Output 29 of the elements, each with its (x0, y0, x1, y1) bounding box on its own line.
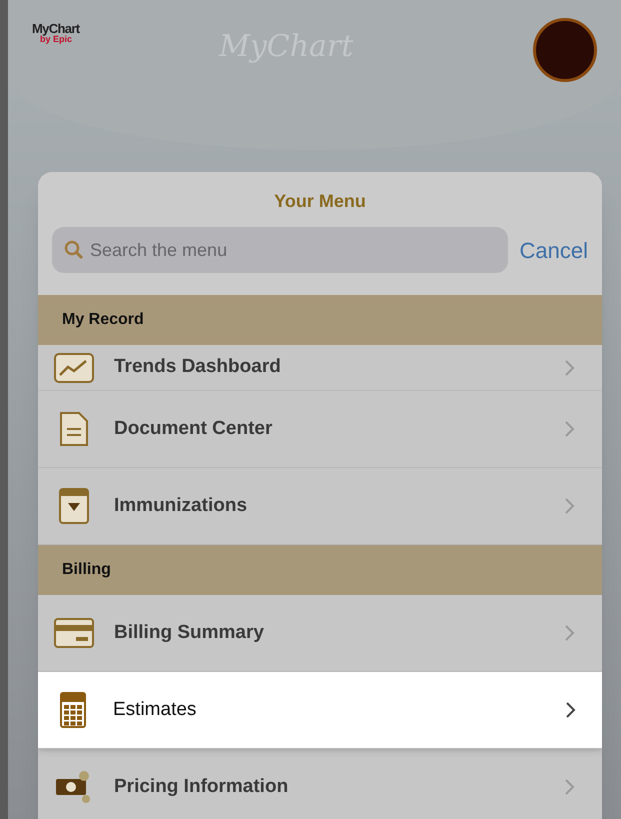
search-field[interactable]: Search the menu (52, 227, 508, 273)
chevron-right-icon (564, 624, 576, 642)
logo: MyChart by Epic (32, 22, 80, 44)
menu-item[interactable]: Immunizations (38, 468, 602, 545)
item-label: Immunizations (114, 494, 248, 518)
item-label: Trends Dashboard (114, 355, 282, 380)
menu-item[interactable]: Trends Dashboard (38, 345, 602, 391)
chevron-right-icon (564, 778, 576, 796)
search-icon (64, 240, 84, 260)
menu-title: Your Menu (274, 190, 366, 213)
chevron-right-icon (564, 420, 576, 438)
item-label: Document Center (114, 416, 274, 441)
menu-item[interactable]: Billing Summary (38, 595, 602, 672)
credit-card-icon (54, 618, 94, 648)
section-header: My Record (38, 295, 602, 345)
chevron-right-icon (565, 701, 577, 719)
item-label: Pricing Information (114, 774, 290, 799)
calculator-icon (60, 692, 86, 728)
menu-item[interactable]: Pricing Information (38, 749, 602, 819)
chevron-right-icon (564, 358, 576, 376)
document-icon (58, 411, 90, 447)
menu-item[interactable]: Document Center (38, 391, 602, 468)
chevron-right-icon (564, 497, 576, 515)
item-label: Estimates (113, 698, 198, 722)
vial-icon (58, 487, 90, 525)
menu-item[interactable]: Estimates (38, 672, 602, 749)
section-header: Billing (38, 545, 602, 595)
chart-icon (54, 352, 94, 382)
item-label: Billing Summary (114, 620, 265, 645)
